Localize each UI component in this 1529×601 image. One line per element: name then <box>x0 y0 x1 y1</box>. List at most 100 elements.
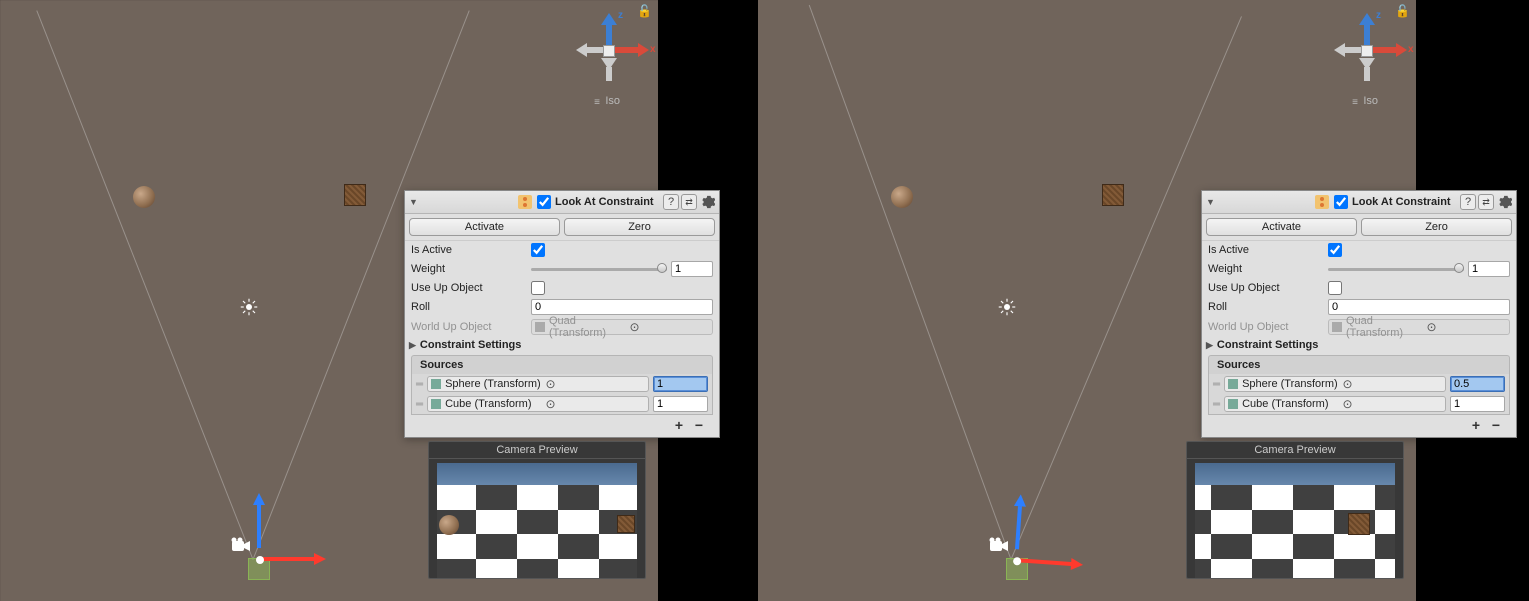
camera-icon[interactable] <box>230 537 252 556</box>
source-weight-input[interactable] <box>653 396 708 412</box>
camera-preview: Camera Preview <box>1186 441 1404 579</box>
sources-list: ═ Sphere (Transform) ⊙ ═ Cube (Transform… <box>1208 374 1510 415</box>
camera-preview-title: Camera Preview <box>429 442 645 459</box>
is-active-label: Is Active <box>411 244 531 256</box>
settings-foldout[interactable]: ▶ <box>409 340 416 351</box>
source-row: ═ Sphere (Transform) ⊙ <box>412 374 712 394</box>
source-weight-input[interactable] <box>1450 396 1505 412</box>
lock-icon[interactable]: 🔓 <box>637 4 652 18</box>
zero-button[interactable]: Zero <box>564 218 715 236</box>
roll-input[interactable] <box>1328 299 1510 315</box>
sources-header: Sources <box>411 355 713 374</box>
gear-icon[interactable] <box>1498 195 1512 209</box>
source-row: ═ Sphere (Transform) ⊙ <box>1209 374 1509 394</box>
drag-handle-icon[interactable]: ═ <box>416 399 421 410</box>
component-enable-checkbox[interactable] <box>1334 195 1348 209</box>
source-object-field[interactable]: Cube (Transform) ⊙ <box>427 396 649 412</box>
camera-preview-title: Camera Preview <box>1187 442 1403 459</box>
preset-button[interactable]: ⇄ <box>1478 194 1494 210</box>
add-source-button[interactable]: + <box>669 417 689 433</box>
camera-preview-view <box>437 463 637 578</box>
zero-button[interactable]: Zero <box>1361 218 1512 236</box>
remove-source-button[interactable]: − <box>689 417 709 433</box>
gear-icon[interactable] <box>701 195 715 209</box>
activate-button[interactable]: Activate <box>409 218 560 236</box>
sphere-object[interactable] <box>133 186 155 208</box>
sphere-object[interactable] <box>891 186 913 208</box>
weight-slider[interactable] <box>531 262 667 276</box>
iso-icon: ≡ <box>1352 97 1358 108</box>
object-picker-icon[interactable]: ⊙ <box>546 377 646 391</box>
component-foldout[interactable]: ▼ <box>1206 197 1312 207</box>
sources-list: ═ Sphere (Transform) ⊙ ═ Cube (Transform… <box>411 374 713 415</box>
projection-label[interactable]: Iso <box>605 95 620 107</box>
cube-object[interactable] <box>344 184 366 206</box>
remove-source-button[interactable]: − <box>1486 417 1506 433</box>
orientation-gizmo[interactable]: z x <box>568 10 648 90</box>
camera-icon[interactable] <box>988 537 1010 556</box>
constraint-settings-label: Constraint Settings <box>420 339 521 351</box>
use-up-checkbox[interactable] <box>1328 281 1342 295</box>
frustum-line <box>36 10 253 559</box>
drag-handle-icon[interactable]: ═ <box>1213 399 1218 410</box>
weight-input[interactable] <box>671 261 713 277</box>
light-icon[interactable] <box>998 298 1016 316</box>
weight-label: Weight <box>411 263 531 275</box>
settings-foldout[interactable]: ▶ <box>1206 340 1213 351</box>
component-enable-checkbox[interactable] <box>537 195 551 209</box>
component-foldout[interactable]: ▼ <box>409 197 515 207</box>
scene-viewport-left[interactable]: z x 🔓 ≡ Iso ▼ Look At Constraint ? ⇄ Act… <box>0 0 658 601</box>
grid-line <box>0 0 658 1</box>
help-button[interactable]: ? <box>1460 194 1476 210</box>
component-title: Look At Constraint <box>555 196 661 208</box>
sources-header: Sources <box>1208 355 1510 374</box>
preset-button[interactable]: ⇄ <box>681 194 697 210</box>
object-picker-icon[interactable]: ⊙ <box>1343 397 1443 411</box>
source-object-field[interactable]: Sphere (Transform) ⊙ <box>427 376 649 392</box>
frustum-line <box>809 5 1012 560</box>
weight-label: Weight <box>1208 263 1328 275</box>
source-weight-input[interactable] <box>1450 376 1505 392</box>
activate-button[interactable]: Activate <box>1206 218 1357 236</box>
cube-object[interactable] <box>1102 184 1124 206</box>
object-picker-icon[interactable]: ⊙ <box>1343 377 1443 391</box>
component-icon <box>517 194 533 210</box>
is-active-checkbox[interactable] <box>531 243 545 257</box>
component-title: Look At Constraint <box>1352 196 1458 208</box>
world-up-label: World Up Object <box>411 321 531 333</box>
object-picker-icon: ⊙ <box>1427 320 1508 334</box>
inspector-panel: ▼ Look At Constraint ? ⇄ Activate Zero I… <box>1201 190 1517 438</box>
weight-input[interactable] <box>1468 261 1510 277</box>
light-icon[interactable] <box>240 298 258 316</box>
use-up-checkbox[interactable] <box>531 281 545 295</box>
source-object-field[interactable]: Sphere (Transform) ⊙ <box>1224 376 1446 392</box>
use-up-label: Use Up Object <box>411 282 531 294</box>
roll-label: Roll <box>1208 301 1328 313</box>
world-up-label: World Up Object <box>1208 321 1328 333</box>
projection-label[interactable]: Iso <box>1363 95 1378 107</box>
lock-icon[interactable]: 🔓 <box>1395 4 1410 18</box>
scene-viewport-right[interactable]: z x 🔓 ≡ Iso ▼ Look At Constraint ? ⇄ Act… <box>758 0 1416 601</box>
weight-slider[interactable] <box>1328 262 1464 276</box>
drag-handle-icon[interactable]: ═ <box>1213 379 1218 390</box>
source-row: ═ Cube (Transform) ⊙ <box>412 394 712 414</box>
add-source-button[interactable]: + <box>1466 417 1486 433</box>
use-up-label: Use Up Object <box>1208 282 1328 294</box>
constraint-settings-label: Constraint Settings <box>1217 339 1318 351</box>
source-row: ═ Cube (Transform) ⊙ <box>1209 394 1509 414</box>
drag-handle-icon[interactable]: ═ <box>416 379 421 390</box>
source-object-field[interactable]: Cube (Transform) ⊙ <box>1224 396 1446 412</box>
is-active-checkbox[interactable] <box>1328 243 1342 257</box>
object-picker-icon[interactable]: ⊙ <box>546 397 646 411</box>
orientation-gizmo[interactable]: z x <box>1326 10 1406 90</box>
help-button[interactable]: ? <box>663 194 679 210</box>
roll-input[interactable] <box>531 299 713 315</box>
source-weight-input[interactable] <box>653 376 708 392</box>
world-up-field: Quad (Transform) ⊙ <box>1328 319 1510 335</box>
component-icon <box>1314 194 1330 210</box>
world-up-field: Quad (Transform) ⊙ <box>531 319 713 335</box>
camera-preview: Camera Preview <box>428 441 646 579</box>
camera-preview-view <box>1195 463 1395 578</box>
iso-icon: ≡ <box>594 97 600 108</box>
inspector-panel: ▼ Look At Constraint ? ⇄ Activate Zero I… <box>404 190 720 438</box>
